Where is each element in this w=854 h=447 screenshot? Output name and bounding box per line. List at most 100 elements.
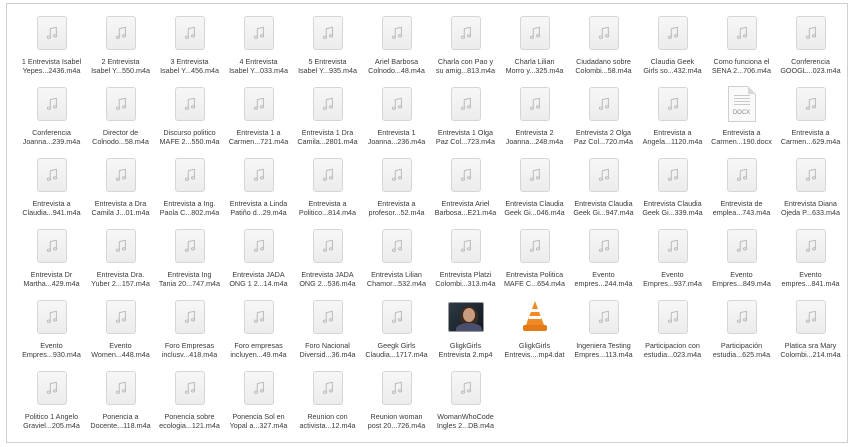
file-name-line1: Entrevista a Dra — [94, 199, 147, 208]
file-item[interactable]: Entrevista a Claudia...941.m4a — [17, 154, 86, 225]
file-item[interactable]: Reunion woman post 20...726.m4a — [362, 367, 431, 438]
file-item[interactable]: Evento Empres...937.m4a — [638, 225, 707, 296]
file-item[interactable]: Entrevista Claudia Geek Gi...046.m4a — [500, 154, 569, 225]
file-name-line1: Evento — [40, 341, 63, 350]
file-item[interactable]: Evento Empres...849.m4a — [707, 225, 776, 296]
file-item[interactable]: Entrevista 1 Joanna...236.m4a — [362, 83, 431, 154]
file-item[interactable]: Entrevista Dr Martha...429.m4a — [17, 225, 86, 296]
file-item[interactable]: Reunion con activista...12.m4a — [293, 367, 362, 438]
file-item[interactable]: Conferencia GOOGL...023.m4a — [776, 12, 845, 83]
file-item[interactable]: Entrevista a Angela...1120.m4a — [638, 83, 707, 154]
file-item[interactable]: 4 Entrevista Isabel Y...033.m4a — [224, 12, 293, 83]
file-item[interactable]: GligkGirls Entrevista 2.mp4 — [431, 296, 500, 367]
file-item[interactable]: Entrevista Diana Ojeda P...633.m4a — [776, 154, 845, 225]
file-item[interactable]: Entrevista Politica MAFE C...654.m4a — [500, 225, 569, 296]
file-name: Discurso politico MAFE 2...550.m4a — [155, 128, 224, 146]
file-name: Evento Empres...849.m4a — [707, 270, 776, 288]
file-item[interactable]: Entrevista Dra. Yuber 2...157.m4a — [86, 225, 155, 296]
file-name-line1: Entrevista 2 — [515, 128, 554, 137]
file-item[interactable]: Discurso politico MAFE 2...550.m4a — [155, 83, 224, 154]
file-item[interactable]: Charla con Pao y su amig...813.m4a — [431, 12, 500, 83]
file-item[interactable]: Foro Empresas inclusv...418.m4a — [155, 296, 224, 367]
file-item[interactable]: Entrevista 1 Olga Paz Col...723.m4a — [431, 83, 500, 154]
file-item[interactable]: Entrevista a Politico...814.m4a — [293, 154, 362, 225]
file-item[interactable]: Entrevista Claudia Geek Gi...947.m4a — [569, 154, 638, 225]
audio-file-icon — [103, 86, 139, 122]
file-item[interactable]: Participacion con estudia...023.m4a — [638, 296, 707, 367]
file-name: Entrevista Dr Martha...429.m4a — [17, 270, 86, 288]
audio-file-icon — [448, 157, 484, 193]
file-item[interactable]: Participación estudia...625.m4a — [707, 296, 776, 367]
audio-file-icon — [655, 15, 691, 51]
file-item[interactable]: 5 Entrevista Isabel Y...935.m4a — [293, 12, 362, 83]
file-item[interactable]: Entrevista 2 Olga Paz Col...720.m4a — [569, 83, 638, 154]
file-item[interactable]: Ponencia sobre ecologia...121.m4a — [155, 367, 224, 438]
file-item[interactable]: Entrevista 2 Joanna...248.m4a — [500, 83, 569, 154]
file-item[interactable]: Entrevista Claudia Geek Gi...339.m4a — [638, 154, 707, 225]
audio-file-icon — [448, 86, 484, 122]
file-item[interactable]: Entrevista Ariel Barbosa...E21.m4a — [431, 154, 500, 225]
file-item[interactable]: WomanWhoCode Ingles 2...DB.m4a — [431, 367, 500, 438]
file-name: Evento Empres...937.m4a — [638, 270, 707, 288]
file-item[interactable]: Entrevista Platzi Colombi...313.m4a — [431, 225, 500, 296]
file-item[interactable]: Politico 1 Angelo Graviel...205.m4a — [17, 367, 86, 438]
audio-file-icon — [655, 299, 691, 335]
file-name-line1: Entrevista a — [653, 128, 692, 137]
file-item[interactable]: Entrevista a profesor...52.m4a — [362, 154, 431, 225]
file-item[interactable]: Ciudadano sobre Colombi...58.m4a — [569, 12, 638, 83]
file-item[interactable]: Entrevista 1 a Carmen...721.m4a — [224, 83, 293, 154]
file-item[interactable]: Entrevista a Carmen...629.m4a — [776, 83, 845, 154]
file-name-line1: Entrevista Dra. — [96, 270, 145, 279]
file-name: Entrevista 1 Joanna...236.m4a — [362, 128, 431, 146]
file-name: Evento Women...448.m4a — [86, 341, 155, 359]
file-name: Entrevista a Claudia...941.m4a — [17, 199, 86, 217]
file-item[interactable]: Entrevista JADA ONG 2...536.m4a — [293, 225, 362, 296]
file-name-line2: Ojeda P...633.m4a — [780, 208, 840, 217]
file-item[interactable]: Ingeniera Testing Empres...113.m4a — [569, 296, 638, 367]
file-item[interactable]: 3 Entrevista Isabel Y...456.m4a — [155, 12, 224, 83]
file-item[interactable]: Evento Empres...930.m4a — [17, 296, 86, 367]
file-name-line1: Claudia Geek — [650, 57, 695, 66]
file-item[interactable]: Ponencia Sol en Yopal a...327.m4a — [224, 367, 293, 438]
file-name-line2: Isabel Y...456.m4a — [160, 66, 219, 75]
audio-file-icon — [241, 228, 277, 264]
file-name-line1: Foro empresas — [234, 341, 283, 350]
file-item[interactable]: Ponencia a Docente...118.m4a — [86, 367, 155, 438]
file-name: Foro Empresas inclusv...418.m4a — [155, 341, 224, 359]
file-name-line1: Como funciona el — [713, 57, 770, 66]
file-item[interactable]: Entrevista JADA ONG 1 2...14.m4a — [224, 225, 293, 296]
file-item[interactable]: GligkGirls Entrevis....mp4.dat — [500, 296, 569, 367]
file-name: Entrevista a Politico...814.m4a — [293, 199, 362, 217]
file-item[interactable]: Claudia Geek Girls so...432.m4a — [638, 12, 707, 83]
file-item[interactable]: Geegk Girls Claudia...1717.m4a — [362, 296, 431, 367]
file-item[interactable]: Foro Nacional Diversid...36.m4a — [293, 296, 362, 367]
file-item[interactable]: Charla Lilian Morro y...325.m4a — [500, 12, 569, 83]
file-item[interactable]: Entrevista Lilian Chamor...532.m4a — [362, 225, 431, 296]
file-item[interactable]: Entrevista a Ing. Paola C...802.m4a — [155, 154, 224, 225]
file-item[interactable]: Conferencia Joanna...239.m4a — [17, 83, 86, 154]
audio-file-icon — [103, 228, 139, 264]
file-item[interactable]: Entrevista 1 Dra Camila...2801.m4a — [293, 83, 362, 154]
file-item[interactable]: Entrevista a Linda Patiño d...29.m4a — [224, 154, 293, 225]
file-name-line1: Entrevista Claudia — [643, 199, 702, 208]
file-item[interactable]: 1 Entrevista Isabel Yepes...2436.m4a — [17, 12, 86, 83]
file-item[interactable]: Entrevista a Dra Camila J...01.m4a — [86, 154, 155, 225]
file-name-line1: Evento — [592, 270, 615, 279]
file-item[interactable]: Entrevista Ing Tania 20...747.m4a — [155, 225, 224, 296]
file-item[interactable]: DOCX Entrevista a Carmen...190.docx — [707, 83, 776, 154]
file-name-line2: Docente...118.m4a — [90, 421, 151, 430]
file-item[interactable]: Evento Women...448.m4a — [86, 296, 155, 367]
file-item[interactable]: 2 Entrevista Isabel Y...550.m4a — [86, 12, 155, 83]
file-item[interactable]: Entrevista de emplea...743.m4a — [707, 154, 776, 225]
file-item[interactable]: Director de Colnodo...58.m4a — [86, 83, 155, 154]
file-name-line1: 5 Entrevista — [308, 57, 347, 66]
file-name-line1: Conferencia — [32, 128, 71, 137]
file-item[interactable]: Evento empres...244.m4a — [569, 225, 638, 296]
file-item[interactable]: Como funciona el SENA 2...706.m4a — [707, 12, 776, 83]
file-name: Entrevista a Dra Camila J...01.m4a — [86, 199, 155, 217]
file-name-line1: Participacion con — [645, 341, 700, 350]
file-item[interactable]: Evento empres...841.m4a — [776, 225, 845, 296]
file-item[interactable]: Foro empresas incluyen...49.m4a — [224, 296, 293, 367]
file-item[interactable]: Platica sra Mary Colombi...214.m4a — [776, 296, 845, 367]
file-item[interactable]: Ariel Barbosa Colnodo...48.m4a — [362, 12, 431, 83]
